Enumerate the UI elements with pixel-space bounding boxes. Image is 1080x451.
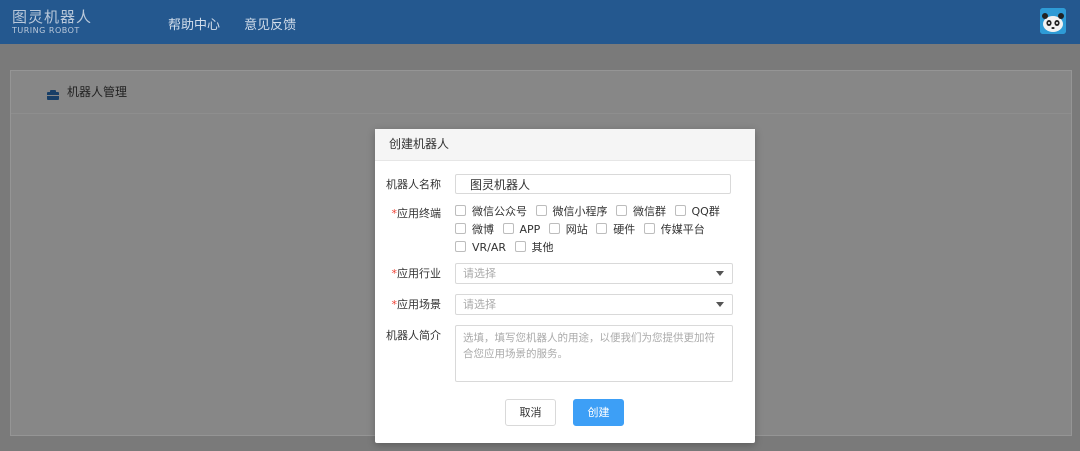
top-navbar: 图灵机器人 TURING ROBOT 帮助中心 意见反馈	[0, 0, 1080, 44]
top-nav: 帮助中心 意见反馈	[168, 14, 316, 33]
cancel-button[interactable]: 取消	[505, 399, 556, 426]
avatar[interactable]	[1040, 8, 1066, 34]
checkbox-icon	[455, 241, 466, 252]
nav-help-center[interactable]: 帮助中心	[168, 18, 220, 33]
scene-select[interactable]: 请选择	[455, 294, 733, 315]
logo[interactable]: 图灵机器人 TURING ROBOT	[12, 10, 92, 35]
logo-main-text: 图灵机器人	[12, 8, 93, 26]
checkbox-icon	[616, 205, 627, 216]
industry-placeholder: 请选择	[463, 267, 496, 280]
page-title: 机器人管理	[67, 85, 128, 99]
checkbox-icon	[548, 223, 560, 234]
name-label: 机器人名称	[386, 178, 441, 191]
industry-label: *应用行业	[391, 267, 442, 280]
nav-feedback[interactable]: 意见反馈	[244, 18, 296, 33]
checkbox-wechat-miniprogram[interactable]: 微信小程序	[535, 203, 608, 221]
checkbox-hardware[interactable]: 硬件	[596, 221, 635, 239]
checkbox-icon	[535, 205, 547, 216]
checkbox-website[interactable]: 网站	[548, 221, 588, 239]
checkbox-icon	[643, 223, 655, 234]
dropdown-arrow-icon	[716, 271, 724, 276]
industry-select[interactable]: 请选择	[455, 263, 733, 284]
checkbox-app[interactable]: APP	[502, 221, 540, 239]
checkbox-vr-ar[interactable]: VR/AR	[455, 239, 506, 257]
checkbox-icon	[455, 205, 466, 216]
intro-label: 机器人简介	[386, 329, 441, 342]
create-button[interactable]: 创建	[573, 399, 624, 426]
checkbox-qq-group[interactable]: QQ群	[674, 203, 720, 221]
checkbox-other[interactable]: 其他	[514, 239, 554, 257]
checkbox-icon	[514, 241, 526, 252]
checkbox-icon	[596, 223, 608, 234]
dropdown-arrow-icon	[716, 302, 724, 307]
checkbox-icon	[455, 223, 466, 234]
robot-intro-textarea[interactable]	[455, 325, 733, 382]
terminal-label: *应用终端	[391, 207, 442, 220]
scene-label: *应用场景	[391, 298, 442, 311]
checkbox-icon	[674, 205, 686, 216]
logo-sub-text: TURING ROBOT	[12, 26, 80, 35]
checkbox-media-platform[interactable]: 传媒平台	[643, 221, 705, 239]
panda-avatar-icon	[1040, 8, 1066, 34]
checkbox-wechat-group[interactable]: 微信群	[616, 203, 666, 221]
checkbox-weibo[interactable]: 微博	[455, 221, 494, 239]
robot-manage-icon	[47, 85, 59, 104]
checkbox-icon	[502, 223, 514, 234]
page-header: 机器人管理	[11, 71, 1071, 114]
scene-placeholder: 请选择	[463, 298, 496, 311]
terminal-checkbox-group: 微信公众号 微信小程序 微信群 QQ群 微博 APP 网站 硬件 传媒平台 VR…	[455, 203, 745, 257]
checkbox-wechat-official[interactable]: 微信公众号	[455, 203, 527, 221]
create-robot-modal: 创建机器人 机器人名称 *应用终端 微信公众号 微信小程序 微信群 QQ群 微博…	[375, 129, 755, 443]
robot-name-input[interactable]	[455, 174, 731, 194]
modal-title: 创建机器人	[375, 129, 755, 161]
